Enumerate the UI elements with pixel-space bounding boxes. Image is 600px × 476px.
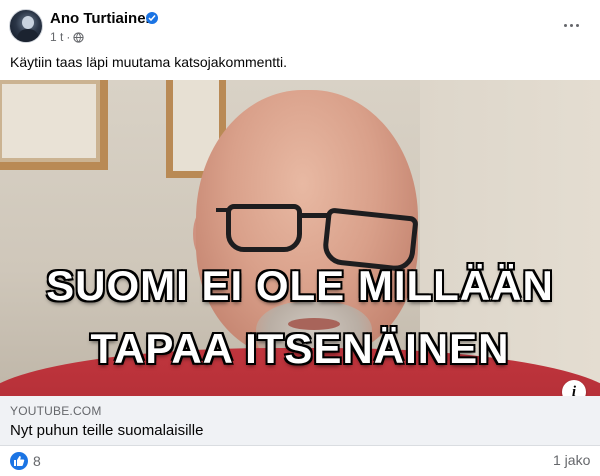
video-overlay-line-2: TAPAA ITSENÄINEN — [90, 325, 510, 372]
like-reaction-icon — [10, 452, 28, 470]
video-thumbnail[interactable]: SUOMI EI OLE MILLÄÄN TAPAA ITSENÄINEN i — [0, 80, 600, 396]
share-count[interactable]: 1 jako — [553, 452, 590, 468]
link-title[interactable]: Nyt puhun teille suomalaisille — [10, 422, 203, 439]
video-overlay-line-1: SUOMI EI OLE MILLÄÄN — [46, 262, 554, 309]
glasses-bridge — [300, 213, 328, 218]
glasses-lens-left — [226, 204, 302, 252]
avatar[interactable] — [9, 9, 43, 43]
post-text: Käytiin taas läpi muutama katsojakomment… — [10, 54, 288, 70]
link-domain: YOUTUBE.COM — [10, 404, 102, 418]
post-header: Ano Turtiainen 1 t · — [0, 0, 600, 52]
meta-separator: · — [66, 30, 71, 44]
post-time[interactable]: 1 t — [50, 30, 63, 44]
verified-badge-icon — [146, 12, 158, 24]
reaction-count: 8 — [33, 453, 41, 469]
avatar-body-shape — [17, 29, 39, 42]
more-options-icon[interactable] — [560, 14, 584, 38]
link-preview[interactable]: YOUTUBE.COM Nyt puhun teille suomalaisil… — [0, 396, 600, 446]
reactions-summary[interactable]: 8 — [10, 452, 41, 470]
avatar-head-shape — [22, 16, 34, 29]
author-name[interactable]: Ano Turtiainen — [50, 10, 155, 27]
post-meta: 1 t · — [50, 30, 84, 44]
globe-icon — [73, 31, 84, 43]
wall-picture-frame — [0, 80, 108, 170]
